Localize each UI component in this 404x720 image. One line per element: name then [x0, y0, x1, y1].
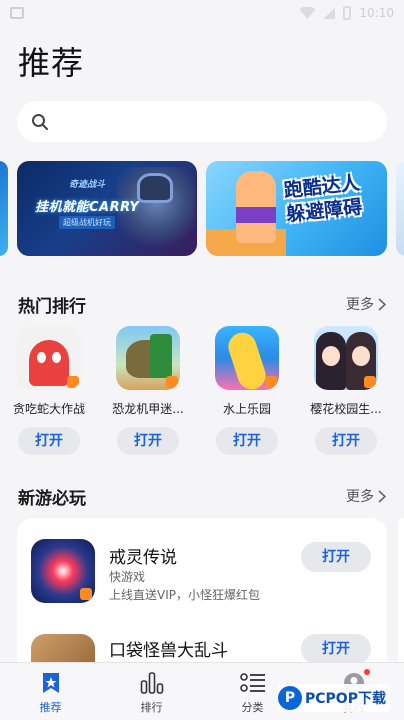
- banner-mech-game[interactable]: 奇迹战斗 挂机就能CARRY 超级战机好玩: [17, 161, 197, 256]
- watermark-logo: P: [278, 686, 302, 710]
- notification-dot: [364, 669, 370, 675]
- runner-shorts-illustration: [236, 207, 276, 223]
- next-card-edge: [398, 518, 404, 678]
- app-icon[interactable]: [31, 539, 95, 603]
- more-label: 更多: [346, 297, 374, 313]
- mech-head-illustration: [137, 173, 173, 203]
- waterslide-icon-art: [224, 329, 270, 390]
- app-category: 快游戏: [109, 570, 146, 584]
- banner-headline: 跑酷达人 躲避障碍: [283, 171, 364, 227]
- app-name: 樱花校园生...: [310, 402, 382, 416]
- open-button[interactable]: 打开: [216, 427, 278, 455]
- robot-icon-art: [150, 334, 172, 378]
- section-title: 新游必玩: [18, 488, 86, 509]
- app-name: 口袋怪兽大乱斗: [109, 641, 228, 661]
- new-section-header: 新游必玩 更多: [18, 484, 386, 509]
- search-input[interactable]: [17, 101, 387, 142]
- new-games-card: 戒灵传说 快游戏 上线直送VIP，小怪狂爆红包 打开 口袋怪兽大乱斗 打开: [17, 518, 387, 678]
- status-time: 10:10: [359, 6, 394, 20]
- snake-eye: [37, 352, 46, 363]
- tab-label: 推荐: [39, 701, 62, 714]
- snake-eye: [52, 352, 61, 363]
- list-item[interactable]: 戒灵传说 快游戏 上线直送VIP，小怪狂爆红包 打开: [17, 518, 387, 608]
- open-button[interactable]: 打开: [301, 542, 371, 572]
- ranking-bars-icon: [140, 671, 164, 695]
- app-icon[interactable]: [116, 326, 180, 390]
- banner-subtitle: 奇迹战斗: [69, 180, 106, 190]
- quick-game-badge-icon: [67, 376, 79, 388]
- face-icon-art: [352, 346, 370, 366]
- quick-game-badge-icon: [80, 588, 92, 600]
- banner-carousel[interactable]: 奇迹战斗 挂机就能CARRY 超级战机好玩 跑酷达人 躲避障碍: [0, 161, 404, 256]
- more-label: 更多: [346, 489, 374, 505]
- app-name: 恐龙机甲迷...: [112, 402, 184, 416]
- banner-parkour-game[interactable]: 跑酷达人 躲避障碍: [206, 161, 387, 256]
- wifi-icon: [299, 7, 316, 19]
- face-icon-art: [322, 346, 340, 366]
- app-name: 戒灵传说: [109, 548, 177, 568]
- open-button[interactable]: 打开: [18, 427, 80, 455]
- app-icon[interactable]: [17, 326, 81, 390]
- tab-ranking[interactable]: 排行: [101, 663, 202, 720]
- app-icon[interactable]: [215, 326, 279, 390]
- banner-edge-left[interactable]: [0, 161, 8, 256]
- hot-item[interactable]: 樱花校园生... 打开: [306, 326, 386, 455]
- chevron-right-icon: [378, 297, 386, 311]
- quick-game-badge-icon: [166, 376, 178, 388]
- search-icon: [31, 113, 49, 131]
- snake-icon-art: [29, 340, 69, 386]
- section-title: 热门排行: [18, 296, 86, 317]
- hot-item[interactable]: 水上乐园 打开: [207, 326, 287, 455]
- app-name: 水上乐园: [222, 402, 271, 416]
- quick-game-badge-icon: [265, 376, 277, 388]
- open-button[interactable]: 打开: [315, 427, 377, 455]
- signal-icon: [323, 7, 336, 19]
- open-button[interactable]: 打开: [301, 634, 371, 664]
- tab-label: 排行: [140, 701, 163, 714]
- banner-headline: 挂机就能CARRY: [35, 200, 140, 215]
- hot-list: 贪吃蛇大作战 打开 恐龙机甲迷... 打开 水上乐园 打开 樱花校园生... 打…: [0, 326, 404, 466]
- battery-icon: [343, 6, 352, 20]
- watermark: P PCPOP下载: [278, 684, 390, 712]
- category-list-icon: [239, 671, 266, 695]
- app-icon[interactable]: [314, 326, 378, 390]
- new-more-link[interactable]: 更多: [346, 486, 386, 506]
- notification-icon: [10, 7, 24, 19]
- hot-item[interactable]: 恐龙机甲迷... 打开: [108, 326, 188, 455]
- banner-tag: 超级战机好玩: [59, 216, 115, 229]
- hot-section-header: 热门排行 更多: [18, 292, 386, 317]
- tab-label: 分类: [241, 701, 264, 714]
- hot-item[interactable]: 贪吃蛇大作战 打开: [9, 326, 89, 455]
- bookmark-star-icon: [41, 671, 61, 695]
- hot-more-link[interactable]: 更多: [346, 294, 386, 314]
- app-description: 上线直送VIP，小怪狂爆红包: [109, 588, 260, 602]
- tab-recommend[interactable]: 推荐: [0, 663, 101, 720]
- open-button[interactable]: 打开: [117, 427, 179, 455]
- page-title: 推荐: [18, 44, 85, 82]
- banner-edge-right[interactable]: [396, 161, 404, 256]
- chevron-right-icon: [378, 489, 386, 503]
- watermark-text: PCPOP下载: [305, 691, 386, 707]
- status-bar: 10:10: [0, 0, 404, 26]
- quick-game-badge-icon: [364, 376, 376, 388]
- status-icons: 10:10: [299, 6, 394, 20]
- app-name: 贪吃蛇大作战: [12, 402, 85, 416]
